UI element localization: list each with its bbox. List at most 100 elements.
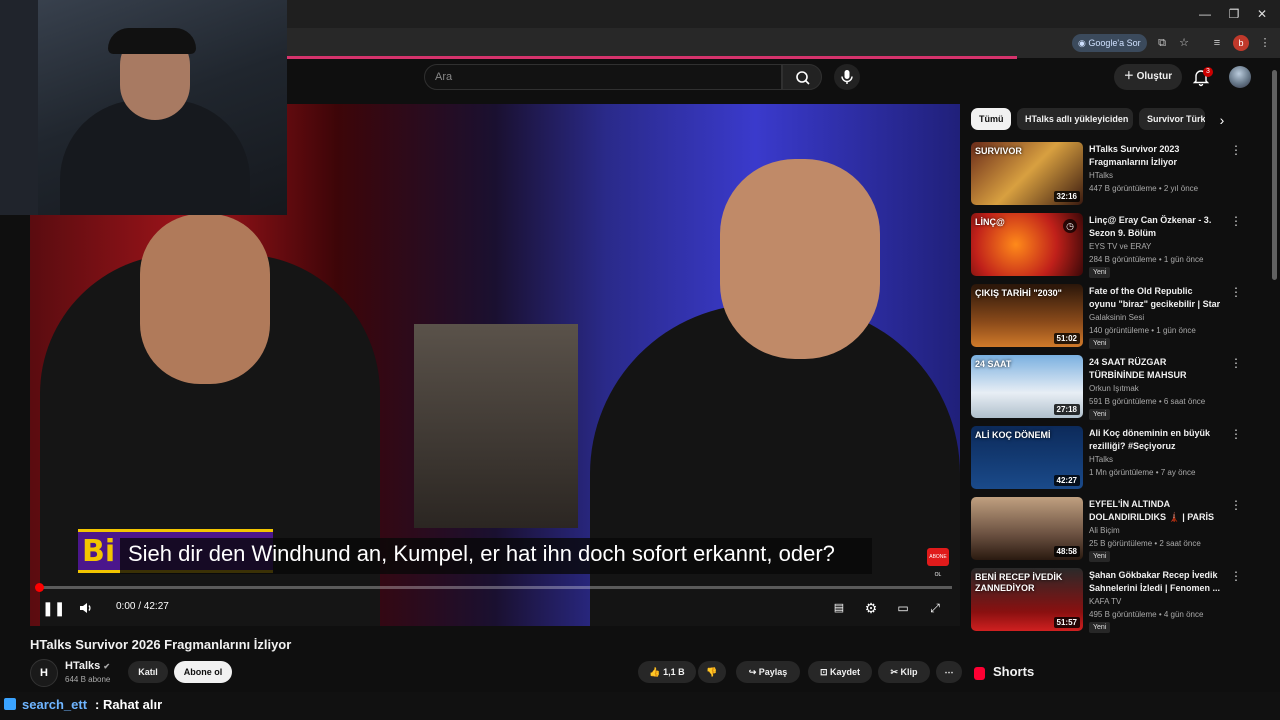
clip-label: Klip	[900, 667, 918, 677]
rec-title[interactable]: EYFEL'İN ALTINDA DOLANDIRILDIKS 🗼 | PARİ…	[1089, 498, 1221, 524]
rec-duration: 42:27	[1053, 475, 1080, 486]
rec-title[interactable]: Fate of the Old Republic oyunu "biraz" g…	[1089, 285, 1221, 311]
join-button[interactable]: Katıl	[128, 661, 168, 683]
google-ask-button[interactable]: ◉ Google'a Sor	[1072, 34, 1147, 52]
rec-thumbnail[interactable]: 48:58	[971, 497, 1083, 560]
profile-avatar[interactable]: b	[1233, 35, 1249, 51]
more-horizontal-icon: ⋯	[944, 667, 954, 677]
rec-thumbnail-text: SURVIVOR	[975, 146, 1022, 156]
rec-new-badge: Yeni	[1089, 551, 1111, 562]
streamer-webcam	[0, 0, 287, 215]
rec-meta: 591 B görüntüleme • 6 saat önce	[1089, 397, 1206, 406]
watch-later-icon[interactable]: ◷	[1063, 219, 1077, 233]
rec-channel[interactable]: Orkun Işıtmak	[1089, 384, 1139, 393]
rec-channel[interactable]: Galaksinin Sesi	[1089, 313, 1144, 322]
rec-more-icon[interactable]: ⋮	[1230, 357, 1242, 369]
rec-channel[interactable]: EYS TV ve ERAY	[1089, 242, 1151, 251]
rec-thumbnail[interactable]: LİNÇ@ ◷	[971, 213, 1083, 276]
captions-icon: ▤	[833, 602, 845, 614]
channel-avatar[interactable]: H	[30, 659, 58, 687]
subtitle-text: Sieh dir den Windhund an, Kumpel, er hat…	[128, 541, 835, 566]
save-button[interactable]: ⊡ Kaydet	[808, 661, 872, 683]
webcam-wall	[0, 0, 38, 215]
plus-icon: ＋	[1123, 71, 1137, 82]
rec-title[interactable]: HTalks Survivor 2023 Fragmanlarını İzliy…	[1089, 143, 1221, 169]
cast-icon[interactable]: ⧉	[1154, 35, 1170, 51]
theater-mode-button[interactable]: ▭	[893, 598, 913, 618]
webcam-person-hair	[108, 28, 196, 54]
rec-channel[interactable]: HTalks	[1089, 171, 1113, 180]
rec-new-badge: Yeni	[1089, 338, 1111, 349]
channel-name[interactable]: HTalks ✔	[65, 660, 110, 672]
share-button[interactable]: ↪ Paylaş	[736, 661, 800, 683]
create-button[interactable]: ＋ Oluştur	[1114, 64, 1182, 90]
google-lens-icon: ◉	[1078, 38, 1089, 48]
gear-icon: ⚙	[864, 600, 878, 616]
save-label: Kaydet	[830, 667, 861, 677]
rec-meta: 25 B görüntüleme • 2 saat önce	[1089, 539, 1201, 548]
voice-search-button[interactable]	[834, 64, 860, 90]
seek-bar[interactable]	[38, 586, 952, 589]
captions-button[interactable]: ▤	[829, 598, 849, 618]
rec-new-badge: Yeni	[1089, 622, 1111, 633]
chat-username: search_ett	[22, 697, 88, 712]
rec-channel[interactable]: KAFA TV	[1089, 597, 1121, 606]
rec-thumbnail[interactable]: ALİ KOÇ DÖNEMİ 42:27	[971, 426, 1083, 489]
volume-button[interactable]	[76, 598, 96, 618]
like-button[interactable]: 👍 1,1 B	[638, 661, 696, 683]
search-button[interactable]	[782, 64, 822, 90]
rec-thumbnail[interactable]: ÇIKIŞ TARİHİ "2030" 51:02	[971, 284, 1083, 347]
media-control-icon[interactable]: ≡	[1209, 35, 1225, 51]
rec-thumbnail-text: 24 SAAT	[975, 359, 1012, 369]
shorts-heading[interactable]: Shorts	[993, 664, 1034, 679]
seek-handle[interactable]	[35, 583, 44, 592]
account-avatar[interactable]	[1229, 66, 1251, 88]
rec-thumbnail[interactable]: SURVIVOR 32:16	[971, 142, 1083, 205]
fullscreen-button[interactable]: ⤢	[925, 598, 945, 618]
rec-duration: 27:18	[1053, 404, 1080, 415]
rec-duration: 48:58	[1053, 546, 1080, 557]
chip-survivor[interactable]: Survivor Türk	[1139, 108, 1205, 130]
rec-channel[interactable]: HTalks	[1089, 455, 1113, 464]
chevron-right-icon[interactable]: ›	[1213, 111, 1231, 129]
thumbs-down-icon: 👎	[706, 667, 718, 677]
search-input[interactable]: Ara	[424, 64, 782, 90]
clip-button[interactable]: ✂ Klip	[878, 661, 930, 683]
rec-meta: 447 B görüntüleme • 2 yıl önce	[1089, 184, 1199, 193]
browser-menu-icon[interactable]: ⋮	[1257, 35, 1273, 51]
rec-new-badge: Yeni	[1089, 267, 1111, 278]
chip-all[interactable]: Tümü	[971, 108, 1011, 130]
rec-more-icon[interactable]: ⋮	[1230, 570, 1242, 582]
rec-more-icon[interactable]: ⋮	[1230, 428, 1242, 440]
rec-thumbnail[interactable]: 24 SAAT 27:18	[971, 355, 1083, 418]
rec-thumbnail-text: BENİ RECEP İVEDİK ZANNEDİYOR	[975, 572, 1063, 593]
minimize-icon[interactable]: —	[1196, 5, 1214, 23]
theater-icon: ▭	[897, 601, 909, 615]
rec-more-icon[interactable]: ⋮	[1230, 499, 1242, 511]
rec-meta: 1 Mn görüntüleme • 7 ay önce	[1089, 468, 1196, 477]
chip-from-uploader[interactable]: HTalks adlı yükleyiciden	[1017, 108, 1133, 130]
like-count: 1,1 B	[663, 667, 685, 677]
fullscreen-icon: ⤢	[930, 601, 940, 615]
scrollbar[interactable]	[1272, 70, 1277, 280]
restore-icon[interactable]: ❐	[1225, 5, 1243, 23]
pause-button[interactable]: ❚❚	[42, 598, 65, 618]
rec-title[interactable]: Ali Koç döneminin en büyük rezilliği? #S…	[1089, 427, 1221, 453]
more-actions-button[interactable]: ⋯	[936, 661, 962, 683]
rec-more-icon[interactable]: ⋮	[1230, 286, 1242, 298]
close-icon[interactable]: ✕	[1253, 5, 1271, 23]
rec-title[interactable]: Şahan Gökbakar Recep İvedik Sahnelerini …	[1089, 569, 1221, 595]
rec-more-icon[interactable]: ⋮	[1230, 144, 1242, 156]
rec-more-icon[interactable]: ⋮	[1230, 215, 1242, 227]
rec-thumbnail[interactable]: BENİ RECEP İVEDİK ZANNEDİYOR 51:57	[971, 568, 1083, 631]
chat-badge-icon	[4, 698, 16, 710]
rec-title[interactable]: 24 SAAT RÜZGAR TÜRBİNİNDE MAHSUR KALMAK!	[1089, 356, 1221, 382]
subscribe-button[interactable]: Abone ol	[174, 661, 232, 683]
rec-meta: 495 B görüntüleme • 4 gün önce	[1089, 610, 1204, 619]
bookmark-star-icon[interactable]: ☆	[1176, 35, 1192, 51]
rec-title[interactable]: Linç@ Eray Can Özkenar - 3. Sezon 9. Böl…	[1089, 214, 1221, 240]
rec-channel[interactable]: Ali Biçim	[1089, 526, 1120, 535]
dislike-button[interactable]: 👎	[698, 661, 726, 683]
settings-button[interactable]: ⚙	[861, 598, 881, 618]
search-icon	[796, 71, 810, 85]
